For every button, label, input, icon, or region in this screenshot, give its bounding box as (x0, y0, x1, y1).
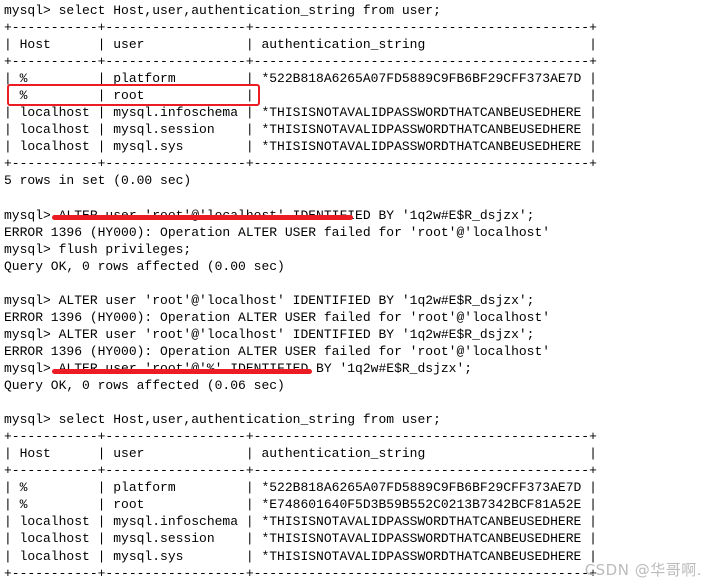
terminal-line: +-----------+------------------+--------… (4, 54, 597, 70)
terminal-line: mysql> flush privileges; (4, 241, 192, 257)
terminal-line: | localhost | mysql.sys | *THISISNOTAVAL… (4, 139, 597, 155)
terminal-line: | % | root | *E748601640F5D3B59B552C0213… (4, 497, 597, 513)
terminal-line: | localhost | mysql.infoschema | *THISIS… (4, 105, 597, 121)
terminal-screenshot: mysql> select Host,user,authentication_s… (0, 0, 705, 582)
terminal-line: ERROR 1396 (HY000): Operation ALTER USER… (4, 343, 551, 359)
terminal-line: +-----------+------------------+--------… (4, 429, 597, 445)
terminal-line: | % | platform | *522B818A6265A07FD5889C… (4, 480, 597, 496)
terminal-line: | Host | user | authentication_string | (4, 446, 597, 462)
terminal-line: | % | root | | (4, 88, 597, 104)
terminal-line: +-----------+------------------+--------… (4, 463, 597, 479)
terminal-line: | % | platform | *522B818A6265A07FD5889C… (4, 71, 597, 87)
terminal-line: 5 rows in set (0.00 sec) (4, 173, 192, 189)
terminal-line: ERROR 1396 (HY000): Operation ALTER USER… (4, 309, 551, 325)
terminal-line: | Host | user | authentication_string | (4, 37, 597, 53)
terminal-line: mysql> ALTER user 'root'@'localhost' IDE… (4, 326, 535, 342)
terminal-line: Query OK, 0 rows affected (0.06 sec) (4, 378, 285, 394)
terminal-line: | localhost | mysql.infoschema | *THISIS… (4, 514, 597, 530)
terminal-line: mysql> ALTER user 'root'@'localhost' IDE… (4, 207, 535, 223)
terminal-line: mysql> ALTER user 'root'@'%' IDENTIFIED … (4, 360, 473, 376)
terminal-line: +-----------+------------------+--------… (4, 20, 597, 36)
terminal-output[interactable]: mysql> select Host,user,authentication_s… (4, 2, 705, 582)
terminal-line: ERROR 1396 (HY000): Operation ALTER USER… (4, 224, 551, 240)
terminal-line: mysql> ALTER user 'root'@'localhost' IDE… (4, 292, 535, 308)
terminal-line: +-----------+------------------+--------… (4, 156, 597, 172)
terminal-line: | localhost | mysql.session | *THISISNOT… (4, 122, 597, 138)
terminal-line: mysql> select Host,user,authentication_s… (4, 412, 441, 428)
csdn-watermark: CSDN @华哥啊. (584, 561, 702, 579)
terminal-line: Query OK, 0 rows affected (0.00 sec) (4, 258, 285, 274)
terminal-line: | localhost | mysql.session | *THISISNOT… (4, 531, 597, 547)
terminal-line: mysql> select Host,user,authentication_s… (4, 3, 441, 18)
